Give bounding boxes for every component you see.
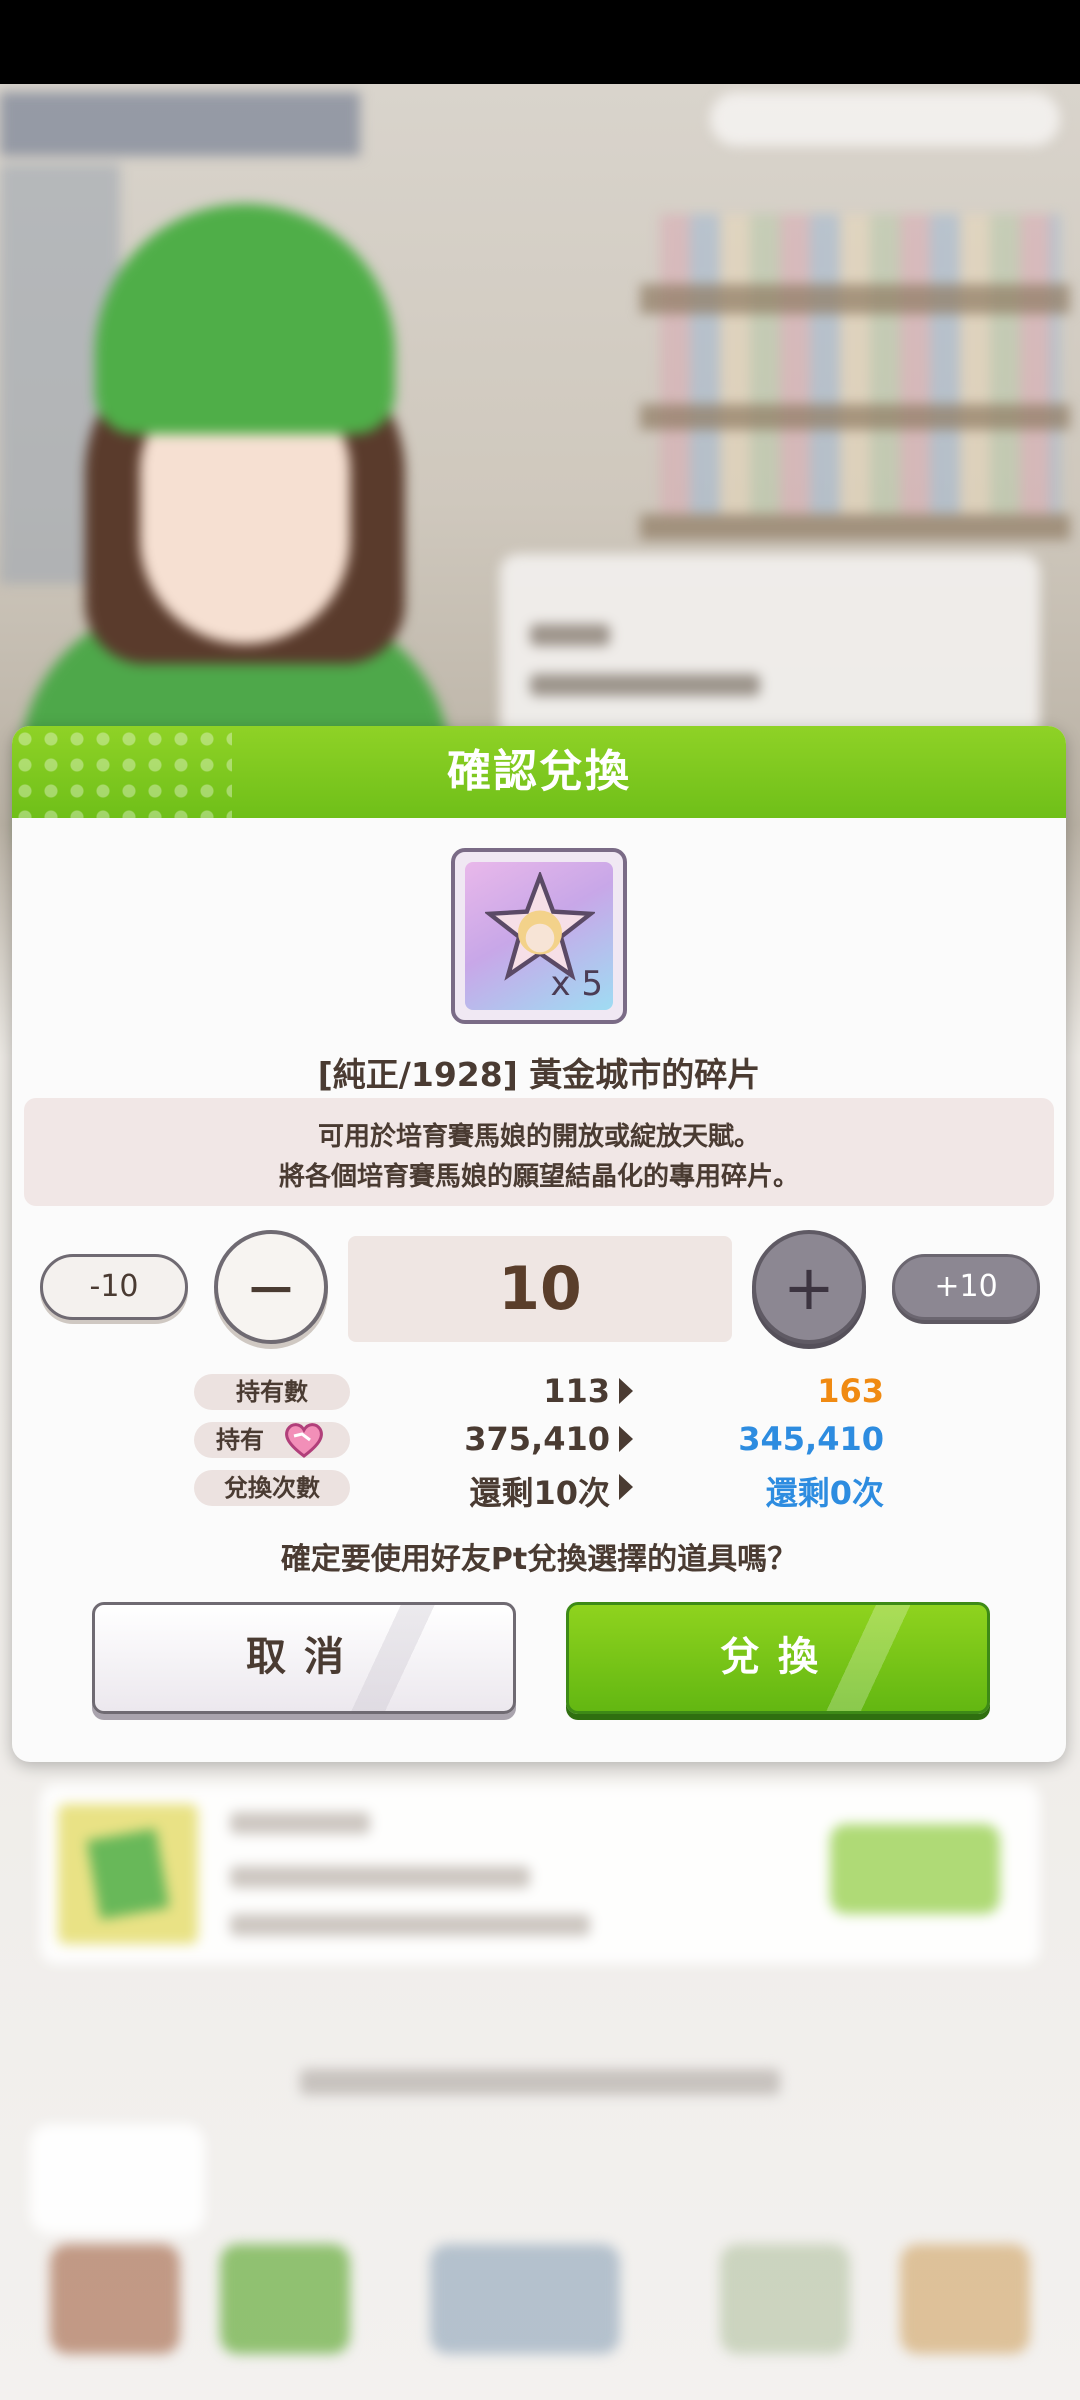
arrow-right-icon [619, 1474, 633, 1500]
item-icon: x 5 [451, 848, 627, 1024]
back-button-bg [30, 2124, 205, 2234]
arrow-right-icon [619, 1378, 633, 1404]
item-description: 可用於培育賽馬娘的開放或綻放天賦。 將各個培育賽馬娘的願望結晶化的專用碎片。 [24, 1098, 1054, 1206]
bottom-nav [0, 2224, 1080, 2400]
dialog-header: 確認兌換 [12, 726, 1066, 818]
item-thumbnail [58, 1804, 198, 1944]
owned-count-label: 持有數 [194, 1374, 350, 1410]
status-bar [0, 0, 1080, 84]
cancel-button-label: 取消 [246, 1634, 362, 1680]
shop-item-row [40, 1784, 1040, 1964]
exchange-button-bg [830, 1824, 1000, 1914]
exchange-count-after: 還剩0次 [765, 1474, 884, 1512]
confirm-question: 確定要使用好友Pt兌換選擇的道具嗎？ [280, 1542, 798, 1577]
confirm-exchange-dialog: 確認兌換 x 5 [純正/1928] 黃金城市的碎片 可用於培育賽馬娘的開放或綻… [12, 726, 1066, 1762]
owned-count-row: 持有數 113 163 [12, 1372, 1066, 1412]
header-tab [0, 92, 360, 156]
background-books [660, 214, 1060, 514]
friend-pt-row: 持有 375,410 345,410 [12, 1420, 1066, 1460]
dialog-title: 確認兌換 [447, 746, 631, 797]
exchange-button-label: 兌換 [720, 1634, 836, 1680]
item-name: [純正/1928] 黃金城市的碎片 [317, 1055, 761, 1094]
description-line-2: 將各個培育賽馬娘的願望結晶化的專用碎片。 [278, 1162, 799, 1192]
quantity-display: 10 [348, 1236, 732, 1342]
friend-pt-current: 375,410 [464, 1420, 610, 1458]
minus-10-button[interactable]: -10 [40, 1254, 188, 1320]
currency-display [710, 92, 1060, 146]
plus-10-button[interactable]: +10 [892, 1254, 1040, 1320]
owned-count-current: 113 [543, 1372, 610, 1410]
plus-1-button[interactable]: + [752, 1230, 866, 1344]
minus-1-button[interactable]: − [214, 1230, 328, 1344]
friend-pt-heart-icon [285, 1423, 323, 1458]
description-line-1: 可用於培育賽馬娘的開放或綻放天賦。 [317, 1122, 760, 1152]
friend-pt-label: 持有 [194, 1422, 350, 1458]
friend-pt-after: 345,410 [738, 1420, 884, 1458]
exchange-count-current: 還剩10次 [469, 1474, 610, 1512]
arrow-right-icon [619, 1426, 633, 1452]
owned-count-after: 163 [817, 1372, 884, 1410]
item-quantity-badge: x 5 [550, 964, 603, 1004]
exchange-confirm-button[interactable]: 兌換 [566, 1602, 990, 1714]
exchange-count-label: 兌換次數 [194, 1470, 350, 1506]
exchange-count-row: 兌換次數 還剩10次 還剩0次 [12, 1468, 1066, 1512]
character-hat [95, 204, 395, 434]
cancel-button[interactable]: 取消 [92, 1602, 516, 1714]
